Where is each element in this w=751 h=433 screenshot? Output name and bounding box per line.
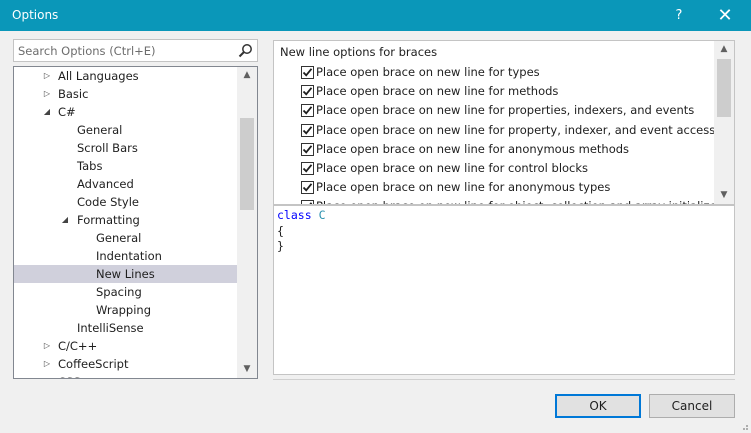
options-scroll-thumb[interactable]: [717, 59, 731, 117]
tree-scroll-thumb[interactable]: [240, 118, 254, 210]
expand-arrow-icon[interactable]: ▷: [42, 85, 52, 103]
tree-item[interactable]: Tabs: [14, 157, 237, 175]
tree-item[interactable]: Scroll Bars: [14, 139, 237, 157]
cancel-button[interactable]: Cancel: [649, 394, 735, 418]
tree-item[interactable]: IntelliSense: [14, 319, 237, 337]
tree-item-label: New Lines: [96, 267, 155, 281]
tree-item-label: C/C++: [58, 339, 98, 353]
title-bar: Options ? ✕: [0, 0, 751, 31]
option-label: Place open brace on new line for types: [316, 65, 540, 79]
tree-item-label: CoffeeScript: [58, 357, 129, 371]
close-button[interactable]: ✕: [708, 0, 742, 31]
checkbox[interactable]: [301, 142, 314, 156]
option-label: Place open brace on new line for methods: [316, 84, 559, 99]
tree-item[interactable]: ◢ C#: [14, 103, 237, 121]
checkbox[interactable]: [301, 85, 314, 99]
scroll-down-arrow-icon[interactable]: ▼: [237, 361, 257, 378]
expand-arrow-icon[interactable]: ▷: [42, 373, 52, 378]
tree-item[interactable]: ▷ Basic: [14, 85, 237, 103]
options-scroll-down-arrow-icon[interactable]: ▼: [714, 187, 734, 204]
divider: [273, 379, 735, 380]
tree-item-label: Formatting: [77, 213, 140, 227]
checkmark-icon: [302, 106, 313, 116]
tree-item[interactable]: Code Style: [14, 193, 237, 211]
tree-item[interactable]: Advanced: [14, 175, 237, 193]
tree-item-label: Indentation: [96, 249, 162, 263]
tree-item[interactable]: ◢ Formatting: [14, 211, 237, 229]
tree-item[interactable]: Spacing: [14, 283, 237, 301]
checkbox[interactable]: [301, 104, 314, 118]
section-title: New line options for braces: [280, 45, 438, 59]
checkmark-icon: [309, 202, 313, 204]
collapse-arrow-icon[interactable]: ◢: [42, 103, 52, 121]
tree-item[interactable]: Wrapping: [14, 301, 237, 319]
option-label: Place open brace on new line for anonymo…: [316, 141, 630, 156]
expand-arrow-icon[interactable]: ▷: [42, 67, 52, 85]
tree-item[interactable]: Indentation: [14, 247, 237, 265]
tree-item-label: IntelliSense: [77, 321, 144, 335]
scroll-up-arrow-icon[interactable]: ▲: [237, 67, 257, 84]
help-button[interactable]: ?: [662, 0, 696, 31]
checkmark-icon: [302, 87, 313, 96]
tree-item-label: General: [77, 123, 123, 137]
code-line-class: class C: [277, 209, 326, 222]
checkbox[interactable]: [301, 123, 314, 137]
search-input[interactable]: [14, 40, 234, 61]
expand-arrow-icon[interactable]: ▷: [42, 355, 52, 373]
tree-item-label: General: [96, 231, 142, 245]
checkmark-icon: [302, 183, 313, 192]
options-tree: ▷ All Languages ▷ Basic ◢ C# General Scroll Bar…: [13, 66, 258, 379]
checkmark-icon: [302, 125, 313, 135]
tree-item[interactable]: ▷ CSS: [14, 373, 237, 378]
ok-button[interactable]: OK: [555, 394, 641, 418]
window-title: Options: [12, 8, 59, 22]
tree-item[interactable]: General: [14, 229, 237, 247]
resize-grip-icon[interactable]: [739, 421, 749, 431]
option-label: Place open brace on new line for control…: [316, 161, 589, 175]
options-panel: New line options for braces Place open b…: [273, 40, 735, 205]
search-box: [13, 39, 258, 62]
tree-item-label: Wrapping: [96, 303, 152, 317]
code-keyword: class: [277, 208, 312, 222]
tree-item-label: Spacing: [96, 285, 142, 299]
tree-item[interactable]: ▷ C/C++: [14, 337, 237, 355]
expand-arrow-icon[interactable]: ▷: [42, 337, 52, 355]
tree-item[interactable]: ▷ All Languages: [14, 67, 237, 85]
tree-item[interactable]: ▷ CoffeeScript: [14, 355, 237, 373]
checkbox[interactable]: [301, 66, 314, 79]
code-preview: class C { }: [273, 205, 735, 375]
tree-item[interactable]: General: [14, 121, 237, 139]
tree-item-label: C#: [58, 105, 76, 119]
checkbox[interactable]: [301, 181, 314, 195]
tree-item-label: Basic: [58, 87, 89, 101]
option-label: Place open brace on new line for propert…: [316, 122, 716, 137]
checkmark-icon: [302, 164, 313, 173]
tree-item-label: All Languages: [58, 69, 139, 83]
code-line-open-brace: {: [277, 224, 284, 238]
options-list: New line options for braces Place open b…: [274, 41, 716, 204]
code-line-close-brace: }: [277, 239, 284, 253]
options-scrollbar[interactable]: ▲ ▼: [714, 41, 734, 204]
collapse-arrow-icon[interactable]: ◢: [60, 211, 70, 229]
checkbox[interactable]: [301, 200, 314, 204]
options-tree-list: ▷ All Languages ▷ Basic ◢ C# General Scroll Bar…: [14, 67, 237, 378]
tree-scrollbar[interactable]: ▲ ▼: [237, 67, 257, 378]
option-label: Place open brace on new line for object,…: [316, 197, 716, 204]
option-label: Place open brace on new line for propert…: [316, 103, 695, 118]
checkmark-icon: [302, 145, 313, 154]
option-label: Place open brace on new line for anonymo…: [316, 180, 611, 195]
tree-item-label: Tabs: [77, 159, 103, 173]
tree-item-label: CSS: [58, 373, 81, 378]
code-class-name: C: [318, 208, 326, 222]
tree-item-label: Scroll Bars: [77, 141, 138, 155]
search-icon[interactable]: [238, 43, 253, 58]
checkbox[interactable]: [301, 162, 314, 175]
tree-item[interactable]: New Lines: [14, 265, 237, 283]
checkmark-icon: [302, 68, 313, 77]
tree-item-label: Code Style: [77, 195, 139, 209]
options-scroll-up-arrow-icon[interactable]: ▲: [714, 41, 734, 58]
tree-item-label: Advanced: [77, 177, 134, 191]
